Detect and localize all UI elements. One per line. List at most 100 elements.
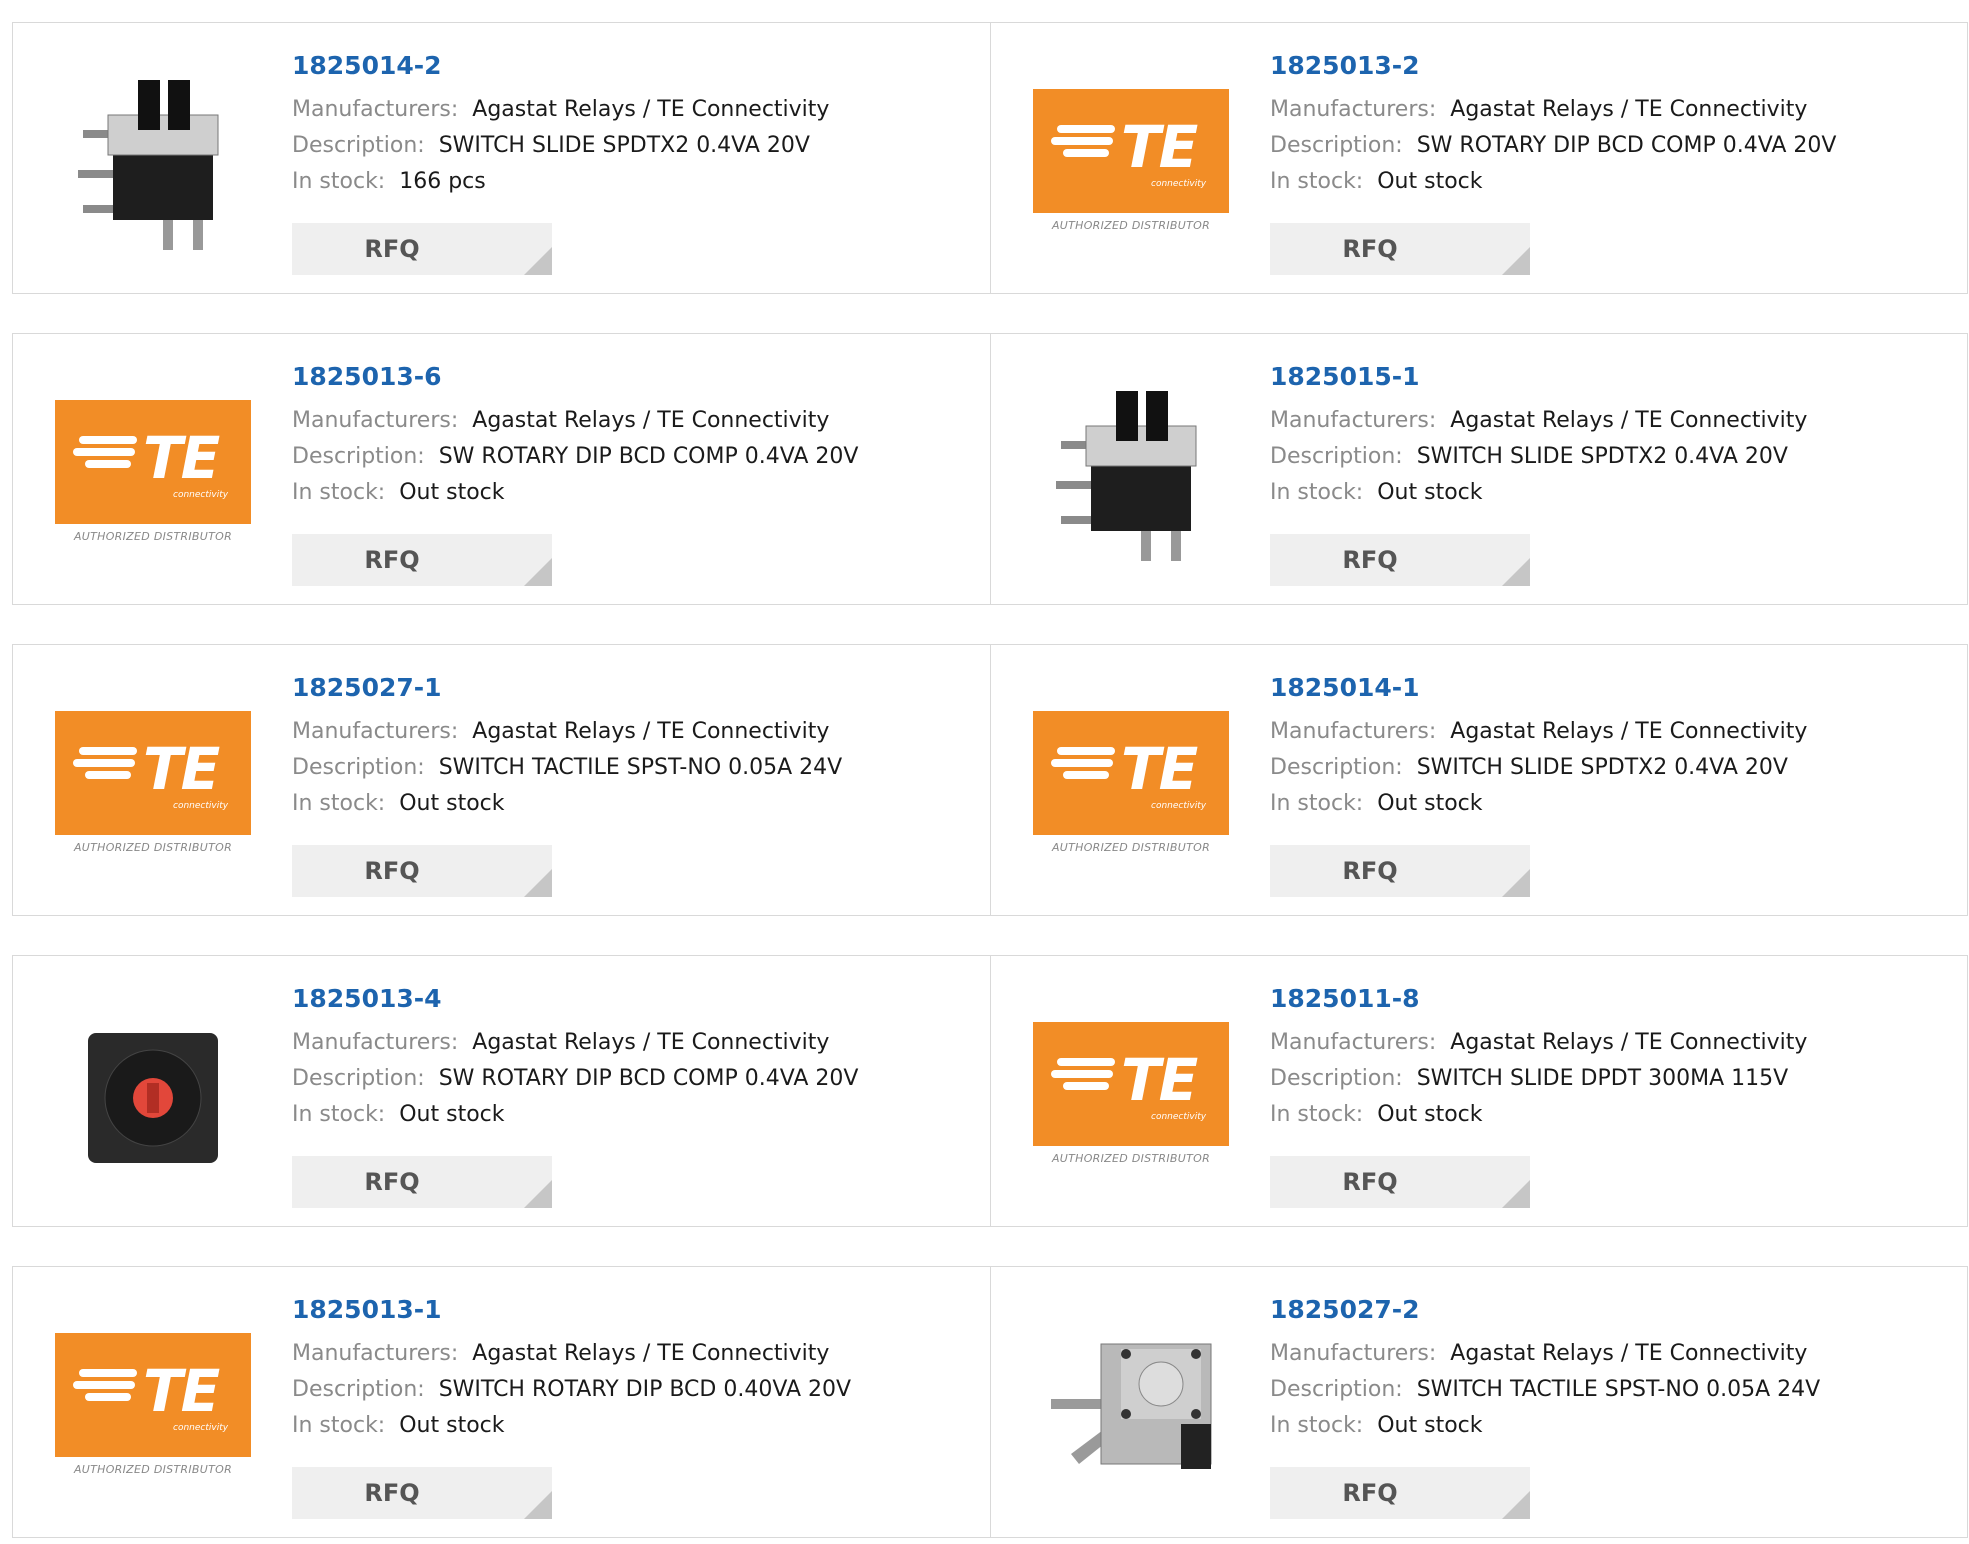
logo-sub-text: connectivity	[1151, 1111, 1207, 1122]
product-card: TE connectivity AUTHORIZED DISTRIBUTOR 182…	[13, 334, 990, 604]
rfq-corner-decoration	[1502, 869, 1530, 897]
rfq-label: RFQ	[1342, 235, 1398, 263]
stock-value: Out stock	[399, 1413, 505, 1438]
rfq-button[interactable]: RFQ	[292, 223, 552, 275]
description-label: Description:	[1270, 755, 1403, 780]
product-image[interactable]: TE connectivity AUTHORIZED DISTRIBUTOR	[1031, 993, 1231, 1193]
part-number-link[interactable]: 1825015-1	[1270, 362, 1807, 392]
part-number-link[interactable]: 1825011-8	[1270, 984, 1807, 1014]
rfq-label: RFQ	[1342, 857, 1398, 885]
rfq-button[interactable]: RFQ	[292, 845, 552, 897]
description-line: Description: SWITCH SLIDE SPDTX2 0.4VA 20…	[1270, 750, 1807, 786]
product-image[interactable]: TE connectivity AUTHORIZED DISTRIBUTOR	[53, 682, 253, 882]
description-label: Description:	[1270, 1066, 1403, 1091]
product-image[interactable]	[1031, 1304, 1231, 1504]
part-number-link[interactable]: 1825027-2	[1270, 1295, 1820, 1325]
product-card: 1825015-1 Manufacturers: Agastat Relays /…	[990, 334, 1967, 604]
rfq-label: RFQ	[364, 1479, 420, 1507]
rotary-dip-photo	[88, 1033, 218, 1163]
part-number-link[interactable]: 1825014-2	[292, 51, 829, 81]
manufacturer-value: Agastat Relays / TE Connectivity	[472, 1341, 830, 1366]
product-image[interactable]: TE connectivity AUTHORIZED DISTRIBUTOR	[53, 1304, 253, 1504]
description-line: Description: SWITCH SLIDE SPDTX2 0.4VA 20…	[1270, 439, 1807, 475]
description-label: Description:	[292, 444, 425, 469]
part-number-link[interactable]: 1825013-1	[292, 1295, 851, 1325]
product-row: 1825014-2 Manufacturers: Agastat Relays /…	[12, 22, 1968, 294]
product-image[interactable]: TE connectivity AUTHORIZED DISTRIBUTOR	[1031, 682, 1231, 882]
description-value: SWITCH SLIDE DPDT 300MA 115V	[1416, 1066, 1789, 1091]
stock-line: In stock: Out stock	[1270, 1408, 1820, 1444]
part-number-link[interactable]: 1825013-6	[292, 362, 858, 392]
part-number-link[interactable]: 1825014-1	[1270, 673, 1807, 703]
product-image[interactable]: TE connectivity AUTHORIZED DISTRIBUTOR	[1031, 60, 1231, 260]
stock-value: Out stock	[1377, 791, 1483, 816]
logo-brand-text: TE	[143, 423, 220, 492]
stock-value: Out stock	[1377, 169, 1483, 194]
stock-line: In stock: Out stock	[292, 786, 842, 822]
rfq-button[interactable]: RFQ	[292, 534, 552, 586]
manufacturer-value: Agastat Relays / TE Connectivity	[472, 1030, 830, 1055]
stock-line: In stock: Out stock	[292, 1408, 851, 1444]
manufacturer-value: Agastat Relays / TE Connectivity	[1450, 1341, 1808, 1366]
manufacturers-label: Manufacturers:	[292, 1030, 459, 1055]
rfq-button[interactable]: RFQ	[292, 1156, 552, 1208]
stock-value: Out stock	[399, 480, 505, 505]
rfq-button[interactable]: RFQ	[1270, 534, 1530, 586]
in-stock-label: In stock:	[292, 480, 386, 505]
description-value: SWITCH ROTARY DIP BCD 0.40VA 20V	[438, 1377, 852, 1402]
description-value: SW ROTARY DIP BCD COMP 0.4VA 20V	[438, 444, 859, 469]
rfq-button[interactable]: RFQ	[1270, 1156, 1530, 1208]
logo-stripe	[1057, 1057, 1115, 1066]
in-stock-label: In stock:	[1270, 1102, 1364, 1127]
description-label: Description:	[1270, 1377, 1403, 1402]
stock-value: Out stock	[399, 1102, 505, 1127]
product-image[interactable]	[1031, 371, 1231, 571]
description-value: SWITCH TACTILE SPST-NO 0.05A 24V	[438, 755, 843, 780]
tactile-switch-photo	[1051, 1343, 1212, 1469]
rfq-button[interactable]: RFQ	[1270, 1467, 1530, 1519]
logo-stripe	[1051, 136, 1113, 145]
manufacturers-label: Manufacturers:	[292, 719, 459, 744]
part-number-link[interactable]: 1825013-2	[1270, 51, 1836, 81]
rfq-button[interactable]: RFQ	[292, 1467, 552, 1519]
product-card: TE connectivity AUTHORIZED DISTRIBUTOR 182…	[990, 956, 1967, 1226]
rfq-corner-decoration	[524, 247, 552, 275]
in-stock-label: In stock:	[292, 169, 386, 194]
description-line: Description: SWITCH TACTILE SPST-NO 0.05A…	[292, 750, 842, 786]
rfq-corner-decoration	[1502, 1491, 1530, 1519]
description-label: Description:	[292, 1377, 425, 1402]
rfq-label: RFQ	[364, 1168, 420, 1196]
product-image[interactable]	[53, 60, 253, 260]
rfq-button[interactable]: RFQ	[1270, 845, 1530, 897]
part-number-link[interactable]: 1825027-1	[292, 673, 842, 703]
description-value: SW ROTARY DIP BCD COMP 0.4VA 20V	[438, 1066, 859, 1091]
stock-value: Out stock	[1377, 480, 1483, 505]
part-number-link[interactable]: 1825013-4	[292, 984, 858, 1014]
description-label: Description:	[1270, 133, 1403, 158]
manufacturer-value: Agastat Relays / TE Connectivity	[472, 97, 830, 122]
description-value: SWITCH TACTILE SPST-NO 0.05A 24V	[1416, 1377, 1821, 1402]
product-card: 1825013-4 Manufacturers: Agastat Relays /…	[13, 956, 990, 1226]
logo-stripe	[73, 447, 135, 456]
description-label: Description:	[1270, 444, 1403, 469]
stock-value: Out stock	[1377, 1102, 1483, 1127]
manufacturer-line: Manufacturers: Agastat Relays / TE Connec…	[292, 92, 829, 128]
manufacturer-line: Manufacturers: Agastat Relays / TE Connec…	[1270, 403, 1807, 439]
logo-stripe	[1063, 1081, 1109, 1090]
stock-line: In stock: Out stock	[1270, 786, 1807, 822]
manufacturer-value: Agastat Relays / TE Connectivity	[472, 408, 830, 433]
stock-value: Out stock	[399, 791, 505, 816]
in-stock-label: In stock:	[292, 791, 386, 816]
logo-stripe	[73, 758, 135, 767]
manufacturer-line: Manufacturers: Agastat Relays / TE Connec…	[1270, 1025, 1807, 1061]
description-label: Description:	[292, 755, 425, 780]
logo-stripe	[1051, 758, 1113, 767]
rfq-button[interactable]: RFQ	[1270, 223, 1530, 275]
product-image[interactable]	[53, 993, 253, 1193]
logo-stripe	[79, 1368, 137, 1377]
manufacturer-value: Agastat Relays / TE Connectivity	[472, 719, 830, 744]
manufacturer-value: Agastat Relays / TE Connectivity	[1450, 1030, 1808, 1055]
product-card: TE connectivity AUTHORIZED DISTRIBUTOR 182…	[990, 645, 1967, 915]
rfq-corner-decoration	[524, 1491, 552, 1519]
product-image[interactable]: TE connectivity AUTHORIZED DISTRIBUTOR	[53, 371, 253, 571]
